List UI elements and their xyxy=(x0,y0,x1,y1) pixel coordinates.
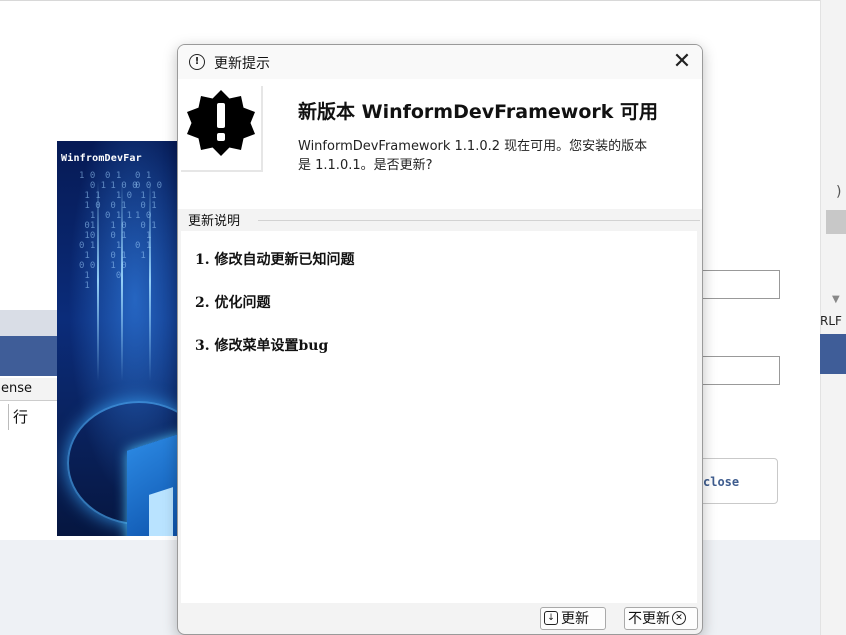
update-headline: 新版本 WinformDevFramework 可用 xyxy=(298,101,659,123)
close-button[interactable]: ✕ xyxy=(668,48,696,76)
dialog-title: 更新提示 xyxy=(214,56,270,72)
skip-button-label: 不更新 xyxy=(628,611,670,627)
notes-label: 更新说明 xyxy=(188,210,245,229)
warning-icon-box xyxy=(181,86,263,172)
update-button-label: 更新 xyxy=(561,611,589,627)
dialog-titlebar[interactable]: ! 更新提示 ✕ xyxy=(178,45,702,79)
warning-badge-icon xyxy=(187,90,255,156)
close-icon: ✕ xyxy=(672,49,692,74)
download-icon: ↓ xyxy=(544,610,558,625)
release-note-item: 2. 优化问题 xyxy=(195,295,271,311)
release-notes[interactable]: 1. 修改自动更新已知问题 2. 优化问题 3. 修改菜单设置bug xyxy=(181,231,697,603)
background-right-label: RLF xyxy=(820,314,842,328)
background-close-button[interactable]: close xyxy=(696,458,778,504)
background-dropdown-arrow-icon[interactable]: ▼ xyxy=(832,294,840,305)
background-input-2[interactable] xyxy=(698,356,780,385)
info-circle-icon: ! xyxy=(189,54,205,70)
background-right-char: ) xyxy=(836,184,842,200)
section-divider xyxy=(258,220,700,221)
background-left-label: ense xyxy=(0,378,61,401)
cancel-circle-icon: ✕ xyxy=(672,610,686,625)
background-scrollbar-thumb[interactable] xyxy=(826,210,846,234)
background-left-tab xyxy=(0,310,60,336)
background-left-cell: 行 xyxy=(8,404,60,430)
dialog-header: 新版本 WinformDevFramework 可用 WinformDevFra… xyxy=(178,79,702,209)
update-dialog: ! 更新提示 ✕ 新版本 WinformDevFramework 可用 Winf… xyxy=(177,44,703,635)
release-note-item: 3. 修改菜单设置bug xyxy=(195,338,329,354)
update-button[interactable]: ↓ 更新 xyxy=(540,607,606,630)
skip-update-button[interactable]: 不更新 ✕ xyxy=(624,607,698,630)
background-input-1[interactable] xyxy=(698,270,780,299)
background-right-bar xyxy=(820,334,846,374)
splash-title: WinfromDevFar xyxy=(61,153,142,164)
update-message: WinformDevFramework 1.1.0.2 现在可用。您安装的版本是… xyxy=(298,139,648,173)
background-left-bar xyxy=(0,336,60,376)
splash-image: 1 0 0 1 1 1 1 0 1 01 10 0 1 1 0 0 1 1 0 … xyxy=(57,141,187,536)
release-note-item: 1. 修改自动更新已知问题 xyxy=(195,252,355,268)
